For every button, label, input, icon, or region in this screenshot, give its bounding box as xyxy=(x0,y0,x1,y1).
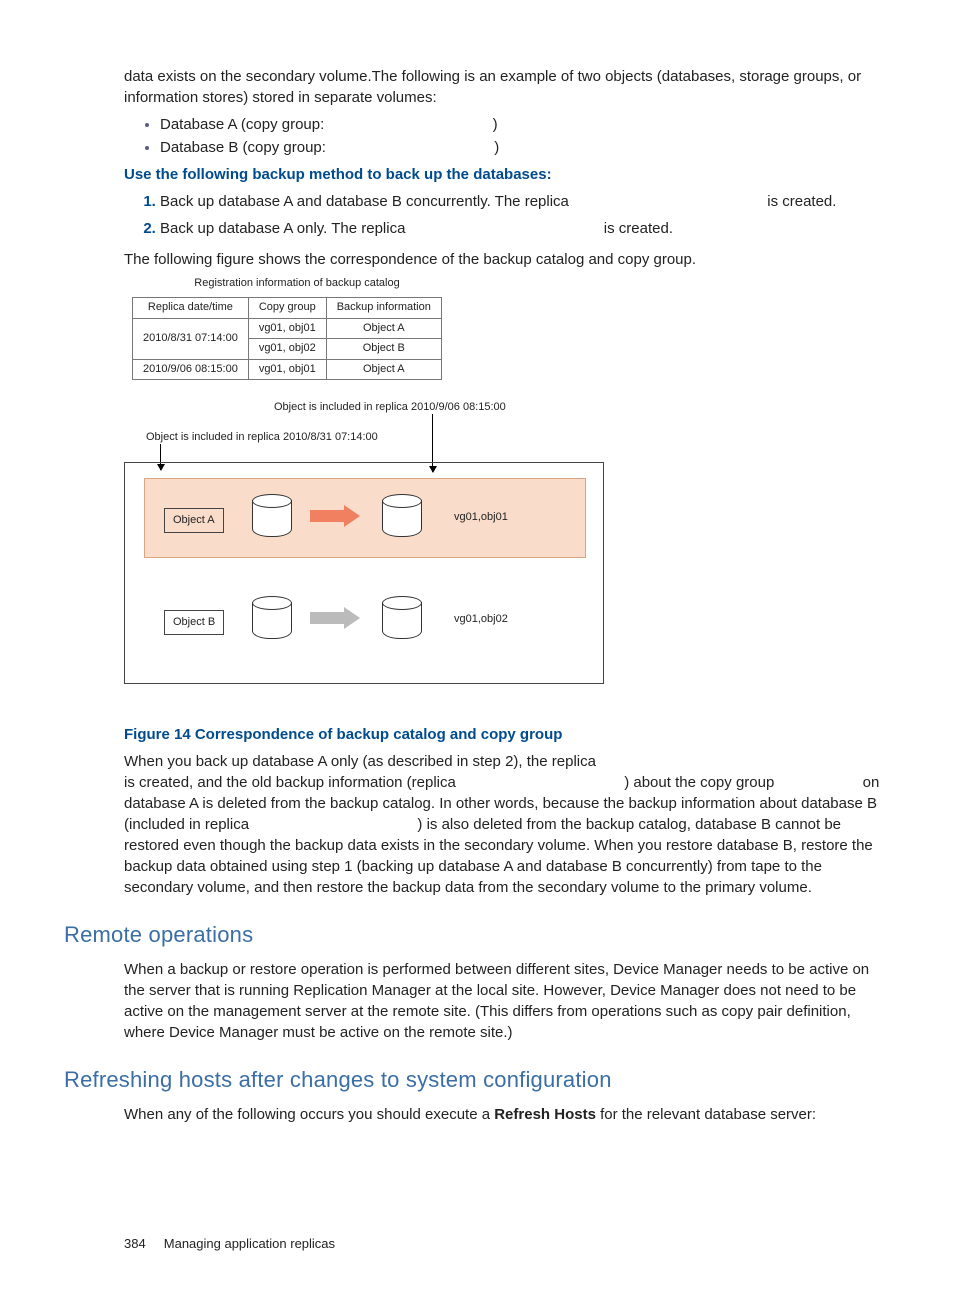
database-icon xyxy=(382,494,422,538)
object-a-label: Object A xyxy=(164,508,224,533)
database-icon xyxy=(252,596,292,640)
heading-refreshing-hosts: Refreshing hosts after changes to system… xyxy=(64,1065,890,1096)
page-number: 384 xyxy=(124,1236,146,1251)
text: ) about the copy group xyxy=(624,774,774,791)
col-copy-group: Copy group xyxy=(248,298,326,318)
cell: vg01, obj01 xyxy=(248,318,326,338)
text: is created, and the old backup informati… xyxy=(124,774,456,791)
arrow-right-icon xyxy=(310,506,364,526)
refresh-body: When any of the following occurs you sho… xyxy=(124,1104,890,1125)
section-body: When a backup or restore operation is pe… xyxy=(124,959,890,1043)
table-wrapper: Registration information of backup catal… xyxy=(132,276,890,380)
database-icon xyxy=(252,494,292,538)
step1-b: is created. xyxy=(767,193,836,210)
backup-steps: Back up database A and database B concur… xyxy=(124,191,890,239)
cell: Object B xyxy=(326,339,441,359)
copy-group-label: vg01,obj02 xyxy=(454,612,508,627)
col-backup-info: Backup information xyxy=(326,298,441,318)
bullet-a: Database A (copy group: xyxy=(160,116,324,133)
text: When you back up database A only (as des… xyxy=(124,753,596,770)
correspondence-diagram: Object is included in replica 2010/9/06 … xyxy=(124,410,604,710)
backup-method-heading: Use the following backup method to back … xyxy=(124,164,890,185)
bullet-b: Database B (copy group: xyxy=(160,139,326,156)
list-item: Back up database A only. The replica is … xyxy=(160,218,890,239)
text: When any of the following occurs you sho… xyxy=(124,1106,494,1123)
step2-b: is created. xyxy=(604,220,673,237)
cell: vg01, obj02 xyxy=(248,339,326,359)
cell: 2010/8/31 07:14:00 xyxy=(133,318,249,359)
backup-catalog-table: Replica date/time Copy group Backup info… xyxy=(132,297,442,380)
section-body: When any of the following occurs you sho… xyxy=(124,1104,890,1125)
cell: vg01, obj01 xyxy=(248,359,326,379)
arrow-right-icon xyxy=(310,608,364,628)
footer-title: Managing application replicas xyxy=(164,1236,335,1251)
table-row: 2010/8/31 07:14:00 vg01, obj01 Object A xyxy=(133,318,442,338)
bullet-a-close: ) xyxy=(493,116,498,133)
table-row: Replica date/time Copy group Backup info… xyxy=(133,298,442,318)
page-content: data exists on the secondary volume.The … xyxy=(124,66,890,898)
col-replica-date: Replica date/time xyxy=(133,298,249,318)
step2-a: Back up database A only. The replica xyxy=(160,220,405,237)
copy-group-label: vg01,obj01 xyxy=(454,510,508,525)
body-paragraph: When you back up database A only (as des… xyxy=(124,751,890,898)
figure-caption: Figure 14 Correspondence of backup catal… xyxy=(124,724,890,745)
step1-a: Back up database A and database B concur… xyxy=(160,193,569,210)
cell: Object A xyxy=(326,318,441,338)
cell: Object A xyxy=(326,359,441,379)
db-list: Database A (copy group: ) Database B (co… xyxy=(124,114,890,158)
list-item: Database A (copy group: ) xyxy=(160,114,890,135)
list-item: Database B (copy group: ) xyxy=(160,137,890,158)
page-footer: 384 Managing application replicas xyxy=(124,1235,890,1253)
remote-body: When a backup or restore operation is pe… xyxy=(124,959,890,1043)
diag-label-left: Object is included in replica 2010/8/31 … xyxy=(146,430,378,445)
list-item: Back up database A and database B concur… xyxy=(160,191,890,212)
database-icon xyxy=(382,596,422,640)
object-b-label: Object B xyxy=(164,610,224,635)
table-row: 2010/9/06 08:15:00 vg01, obj01 Object A xyxy=(133,359,442,379)
heading-remote-operations: Remote operations xyxy=(64,920,890,951)
bullet-b-close: ) xyxy=(494,139,499,156)
refresh-hosts-bold: Refresh Hosts xyxy=(494,1106,596,1123)
table-caption: Registration information of backup catal… xyxy=(132,276,462,291)
diag-label-right: Object is included in replica 2010/9/06 … xyxy=(274,400,506,415)
intro-paragraph: data exists on the secondary volume.The … xyxy=(124,66,890,108)
text: for the relevant database server: xyxy=(596,1106,816,1123)
cell: 2010/9/06 08:15:00 xyxy=(133,359,249,379)
following-figure-text: The following figure shows the correspon… xyxy=(124,249,890,270)
